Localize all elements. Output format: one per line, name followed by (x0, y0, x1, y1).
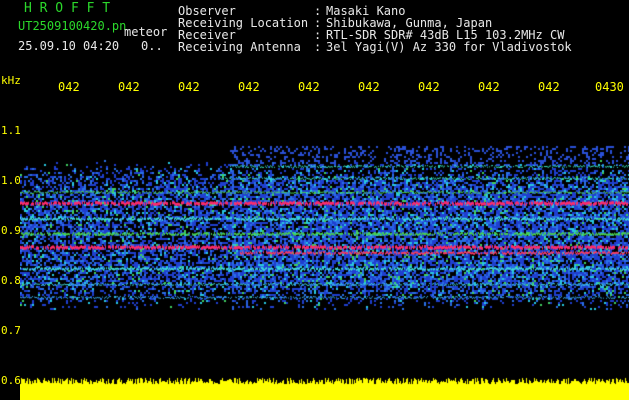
mode-label: meteor (124, 25, 168, 39)
antenna-value: 3el Yagi(V) Az 330 for Vladivostok (326, 40, 572, 54)
unit-label: kHz (1, 74, 21, 87)
frequency-tick: 0.9 (1, 224, 21, 237)
time-tick: 042 (298, 80, 320, 94)
time-tick: 042 (358, 80, 380, 94)
time-tick: 042 (538, 80, 560, 94)
frequency-tick: 1.1 (1, 124, 21, 137)
hrofft-screen: H R O F F T UT2509100420.pn meteor 25.09… (0, 0, 629, 400)
antenna-separator: : (314, 40, 322, 54)
time-tick: 042 (58, 80, 80, 94)
antenna-field-label: Receiving Antenna (178, 40, 301, 54)
time-tick: 042 (238, 80, 260, 94)
time-tick: 042 (178, 80, 200, 94)
datetime-label: 25.09.10 04:20 (18, 39, 120, 53)
filename-label: UT2509100420.pn (18, 19, 127, 33)
frequency-tick: 1.0 (1, 174, 21, 187)
frequency-tick: 0.7 (1, 324, 21, 337)
time-tick: 042 (118, 80, 140, 94)
counter-label: 0.. (141, 39, 163, 53)
time-tick: 0430 (595, 80, 624, 94)
time-tick: 042 (478, 80, 500, 94)
app-title: H R O F F T (24, 1, 111, 16)
spectrogram (20, 96, 629, 400)
time-tick: 042 (418, 80, 440, 94)
frequency-tick: 0.8 (1, 274, 21, 287)
frequency-tick: 0.6 (1, 374, 21, 387)
